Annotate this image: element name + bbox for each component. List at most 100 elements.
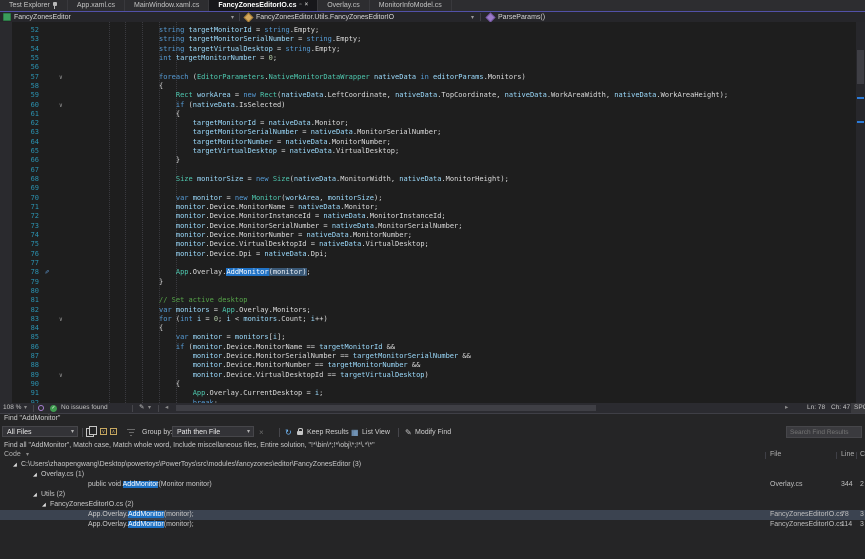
clear-results-icon[interactable]: × bbox=[259, 424, 264, 441]
expander-icon[interactable]: ◢ bbox=[13, 460, 17, 470]
code-line-77[interactable]: 77 bbox=[0, 259, 856, 268]
space-indicator[interactable]: SPC bbox=[851, 403, 865, 413]
health-check-icon[interactable]: ✓ bbox=[50, 405, 57, 412]
tab-fancyzoneseditorio-cs[interactable]: FancyZonesEditorIO.cs▫× bbox=[209, 0, 318, 11]
intellicode-status-icon[interactable] bbox=[38, 405, 44, 411]
code-line-70[interactable]: 70var monitor = new Monitor(workArea, mo… bbox=[0, 194, 856, 203]
zoom-chevron-icon[interactable]: ▾ bbox=[24, 403, 27, 413]
vertical-scrollbar[interactable] bbox=[856, 22, 865, 403]
fold-collapse-icon[interactable]: ∨ bbox=[59, 371, 63, 380]
type-dropdown[interactable]: FancyZonesEditor.Utils.FancyZonesEditorI… bbox=[241, 12, 485, 22]
group-by-dropdown[interactable]: Path then File ▾ bbox=[172, 426, 254, 437]
code-line-80[interactable]: 80 bbox=[0, 287, 856, 296]
lock-icon[interactable] bbox=[297, 431, 303, 435]
list-view-icon[interactable]: ▦ bbox=[351, 424, 359, 441]
code-line-71[interactable]: 71monitor.Device.MonitorName = nativeDat… bbox=[0, 203, 856, 212]
health-status-text[interactable]: No issues found bbox=[61, 403, 108, 413]
column-col[interactable]: C bbox=[860, 451, 865, 458]
code-line-82[interactable]: 82var monitors = App.Overlay.Monitors; bbox=[0, 306, 856, 315]
expander-icon[interactable]: ◢ bbox=[42, 500, 46, 510]
tab-mainwindow-xaml-cs[interactable]: MainWindow.xaml.cs bbox=[125, 0, 209, 11]
code-line-58[interactable]: 58{ bbox=[0, 82, 856, 91]
code-line-56[interactable]: 56 bbox=[0, 63, 856, 72]
code-line-88[interactable]: 88monitor.Device.MonitorNumber == target… bbox=[0, 361, 856, 370]
tab-app-xaml-cs[interactable]: App.xaml.cs bbox=[68, 0, 125, 11]
code-line-83[interactable]: 83∨for (int i = 0; i < monitors.Count; i… bbox=[0, 315, 856, 324]
code-line-84[interactable]: 84{ bbox=[0, 324, 856, 333]
code-line-62[interactable]: 62targetMonitorId = nativeData.Monitor; bbox=[0, 119, 856, 128]
code-line-73[interactable]: 73monitor.Device.MonitorSerialNumber = n… bbox=[0, 222, 856, 231]
code-line-66[interactable]: 66} bbox=[0, 156, 856, 165]
chevron-down-icon[interactable]: ▾ bbox=[26, 451, 29, 458]
code-line-54[interactable]: 54string targetVirtualDesktop = string.E… bbox=[0, 45, 856, 54]
code-line-69[interactable]: 69 bbox=[0, 184, 856, 193]
scrollbar-thumb[interactable] bbox=[857, 50, 864, 84]
code-line-65[interactable]: 65targetVirtualDesktop = nativeData.Virt… bbox=[0, 147, 856, 156]
code-line-63[interactable]: 63targetMonitorSerialNumber = nativeData… bbox=[0, 128, 856, 137]
code-cleanup-icon[interactable]: ✎ bbox=[139, 403, 144, 413]
refresh-icon[interactable]: ↻ bbox=[285, 424, 292, 441]
code-line-81[interactable]: 81// Set active desktop bbox=[0, 296, 856, 305]
result-row[interactable]: App.Overlay.AddMonitor(monitor);FancyZon… bbox=[0, 510, 865, 520]
chevron-down-icon[interactable]: ▾ bbox=[231, 14, 234, 21]
list-view-button[interactable]: List View bbox=[362, 424, 390, 441]
horizontal-scrollbar-thumb[interactable] bbox=[176, 405, 596, 411]
code-editor[interactable]: 52string targetMonitorId = string.Empty;… bbox=[0, 22, 865, 403]
tab-test-explorer[interactable]: Test Explorer bbox=[0, 0, 68, 11]
code-line-86[interactable]: 86if (monitor.Device.MonitorName == targ… bbox=[0, 343, 856, 352]
code-line-91[interactable]: 91App.Overlay.CurrentDesktop = i; bbox=[0, 389, 856, 398]
code-line-79[interactable]: 79} bbox=[0, 278, 856, 287]
scroll-right-icon[interactable]: ▸ bbox=[785, 403, 788, 413]
result-group-row[interactable]: ◢Utils (2) bbox=[0, 490, 865, 500]
tab-overlay-cs[interactable]: Overlay.cs bbox=[318, 0, 370, 11]
expander-icon[interactable]: ◢ bbox=[33, 470, 37, 480]
column-file[interactable]: File bbox=[770, 451, 781, 458]
column-line[interactable]: Line bbox=[841, 451, 854, 458]
expand-all-icon[interactable]: ∨ bbox=[100, 428, 107, 435]
close-icon[interactable]: × bbox=[305, 2, 309, 9]
result-group-row[interactable]: ◢FancyZonesEditorIO.cs (2) bbox=[0, 500, 865, 510]
result-group-row[interactable]: ◢Overlay.cs (1) bbox=[0, 470, 865, 480]
code-line-59[interactable]: 59Rect workArea = new Rect(nativeData.Le… bbox=[0, 91, 856, 100]
code-line-64[interactable]: 64targetMonitorNumber = nativeData.Monit… bbox=[0, 138, 856, 147]
code-line-60[interactable]: 60∨if (nativeData.IsSelected) bbox=[0, 101, 856, 110]
scroll-left-icon[interactable]: ◂ bbox=[165, 403, 168, 413]
result-row[interactable]: App.Overlay.AddMonitor(monitor);FancyZon… bbox=[0, 520, 865, 530]
search-find-results-input[interactable] bbox=[786, 426, 862, 438]
code-line-87[interactable]: 87monitor.Device.MonitorSerialNumber == … bbox=[0, 352, 856, 361]
code-line-90[interactable]: 90{ bbox=[0, 380, 856, 389]
code-line-68[interactable]: 68Size monitorSize = new Size(nativeData… bbox=[0, 175, 856, 184]
tab-monitorinfomodel-cs[interactable]: MonitorInfoModel.cs bbox=[370, 0, 452, 11]
code-line-72[interactable]: 72monitor.Device.MonitorInstanceId = nat… bbox=[0, 212, 856, 221]
fold-collapse-icon[interactable]: ∨ bbox=[59, 315, 63, 324]
scope-dropdown[interactable]: All Files ▾ bbox=[2, 426, 78, 437]
column-code[interactable]: Code bbox=[4, 451, 21, 458]
code-line-61[interactable]: 61{ bbox=[0, 110, 856, 119]
modify-find-icon[interactable]: ✎ bbox=[405, 424, 412, 441]
result-row[interactable]: public void AddMonitor(Monitor monitor)O… bbox=[0, 480, 865, 490]
code-line-76[interactable]: 76monitor.Device.Dpi = nativeData.Dpi; bbox=[0, 250, 856, 259]
keep-open-icon[interactable]: ▫ bbox=[300, 2, 302, 9]
code-line-78[interactable]: 78✎App.Overlay.AddMonitor(monitor); bbox=[0, 268, 856, 277]
fold-collapse-icon[interactable]: ∨ bbox=[59, 73, 63, 82]
member-dropdown[interactable]: ParseParams() bbox=[483, 12, 548, 22]
zoom-level[interactable]: 108 % bbox=[3, 403, 21, 413]
fold-collapse-icon[interactable]: ∨ bbox=[59, 101, 63, 110]
chevron-down-icon[interactable]: ▾ bbox=[471, 14, 474, 21]
code-line-74[interactable]: 74monitor.Device.MonitorNumber = nativeD… bbox=[0, 231, 856, 240]
results-column-header[interactable]: Code ▾ File Line C bbox=[0, 451, 865, 460]
code-line-52[interactable]: 52string targetMonitorId = string.Empty; bbox=[0, 26, 856, 35]
code-line-85[interactable]: 85var monitor = monitors[i]; bbox=[0, 333, 856, 342]
code-line-89[interactable]: 89∨monitor.Device.VirtualDesktopId == ta… bbox=[0, 371, 856, 380]
code-cleanup-chevron-icon[interactable]: ▾ bbox=[148, 403, 151, 413]
expander-icon[interactable]: ◢ bbox=[33, 490, 37, 500]
code-line-67[interactable]: 67 bbox=[0, 166, 856, 175]
collapse-all-icon[interactable]: ∧ bbox=[110, 428, 117, 435]
code-line-53[interactable]: 53string targetMonitorSerialNumber = str… bbox=[0, 35, 856, 44]
keep-results-button[interactable]: Keep Results bbox=[307, 424, 349, 441]
pin-icon[interactable] bbox=[53, 2, 58, 9]
project-dropdown[interactable]: FancyZonesEditor bbox=[0, 12, 244, 22]
result-group-row[interactable]: ◢C:\Users\zhaopengwang\Desktop\powertoys… bbox=[0, 460, 865, 470]
code-line-55[interactable]: 55int targetMonitorNumber = 0; bbox=[0, 54, 856, 63]
code-line-75[interactable]: 75monitor.Device.VirtualDesktopId = nati… bbox=[0, 240, 856, 249]
